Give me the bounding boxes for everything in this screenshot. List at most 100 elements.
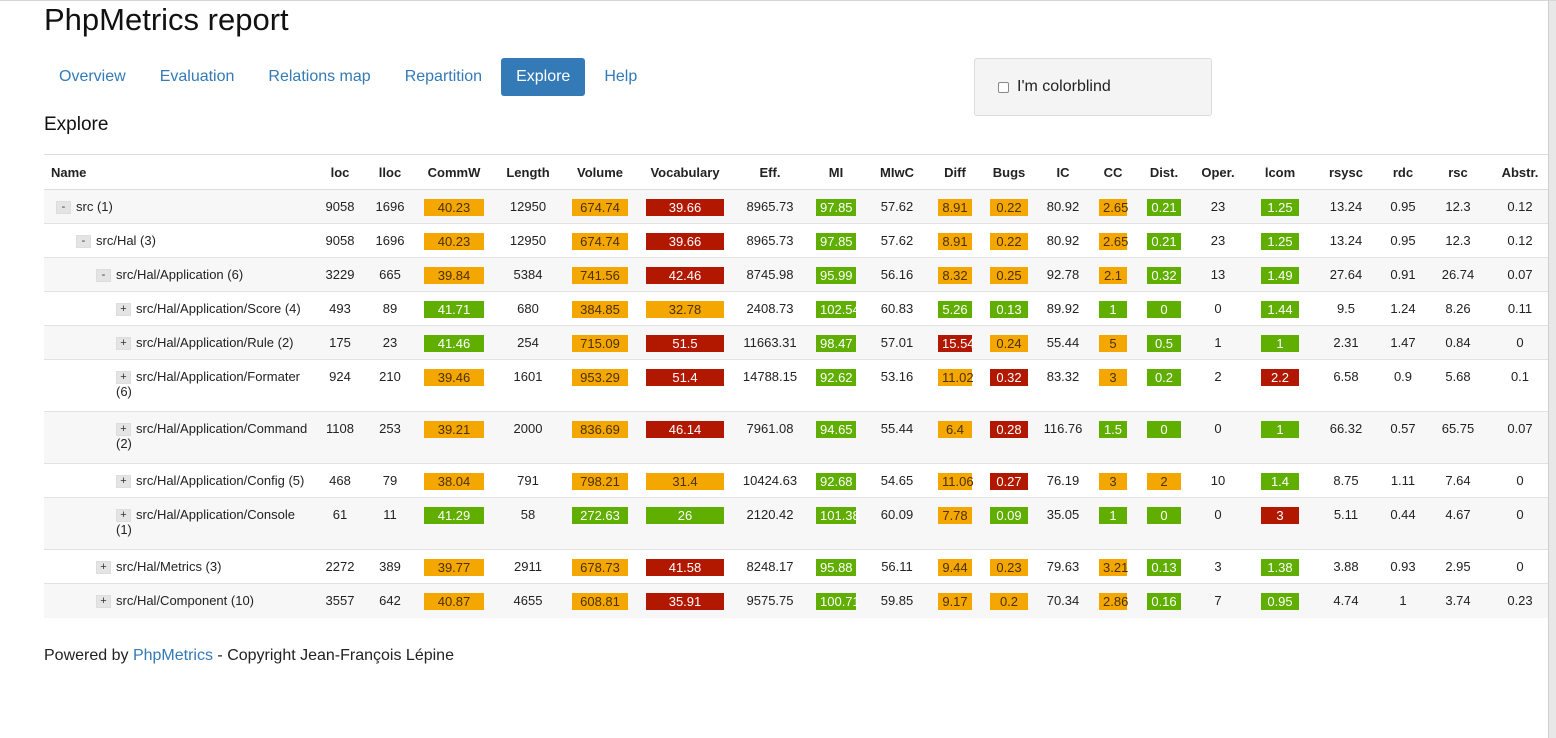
column-header[interactable]: Abstr.: [1487, 154, 1553, 190]
row-name: src/Hal/Application/Formater (6): [116, 369, 300, 400]
metric-badge: 39.84: [424, 267, 484, 284]
metric-badge: 92.62: [816, 369, 856, 386]
metric-cell: 35.05: [1037, 497, 1089, 550]
metric-cell: 0: [1191, 411, 1245, 464]
metric-cell: 3.74: [1429, 583, 1487, 618]
metric-badge: 9.17: [938, 593, 972, 610]
metric-badge: 38.04: [424, 473, 484, 490]
metric-cell: 23: [1191, 223, 1245, 258]
metric-cell: 175: [315, 325, 365, 360]
footer-link-phpmetrics[interactable]: PhpMetrics: [133, 647, 213, 664]
tab-relations-map[interactable]: Relations map: [253, 58, 385, 96]
metric-cell: 0.95: [1377, 223, 1429, 258]
metric-cell: 31.4: [637, 463, 733, 498]
metric-badge: 674.74: [572, 199, 628, 216]
metric-badge: 1: [1099, 301, 1127, 318]
tab-help[interactable]: Help: [589, 58, 652, 96]
metric-cell: 1: [1191, 325, 1245, 360]
table-row: + src/Hal/Application/Config (5) 468 79 38.0…: [44, 463, 1556, 498]
column-header[interactable]: lcom: [1245, 154, 1315, 190]
expand-icon[interactable]: +: [116, 475, 131, 489]
column-header[interactable]: Oper.: [1191, 154, 1245, 190]
metric-cell: 65.75: [1429, 411, 1487, 464]
metric-badge: 3: [1099, 473, 1127, 490]
metric-badge: 0.32: [990, 369, 1028, 386]
metric-badge: 97.85: [816, 199, 856, 216]
metric-badge: 0.28: [990, 421, 1028, 438]
metric-badge: 39.46: [424, 369, 484, 386]
column-header[interactable]: lloc: [365, 154, 415, 190]
metric-cell: 11.02: [929, 359, 981, 412]
expand-icon[interactable]: +: [116, 509, 131, 523]
metric-cell: 60.83: [865, 291, 929, 326]
expand-icon[interactable]: +: [96, 561, 111, 575]
row-name-cell: + src/Hal/Application/Command (2): [44, 411, 315, 464]
column-header[interactable]: rsysc: [1315, 154, 1377, 190]
expand-icon[interactable]: +: [116, 371, 131, 385]
expand-icon[interactable]: +: [116, 303, 131, 317]
expand-icon[interactable]: +: [116, 423, 131, 437]
metric-cell: 58: [493, 497, 563, 550]
column-header[interactable]: Bugs: [981, 154, 1037, 190]
colorblind-checkbox[interactable]: [998, 81, 1009, 93]
tab-repartition[interactable]: Repartition: [390, 58, 497, 96]
metric-cell: 92.62: [807, 359, 865, 412]
column-header[interactable]: MIwC: [865, 154, 929, 190]
metric-cell: 39.66: [637, 223, 733, 258]
collapse-icon[interactable]: -: [56, 201, 71, 215]
metric-badge: 42.46: [646, 267, 724, 284]
metric-cell: 0.28: [981, 411, 1037, 464]
vertical-scrollbar[interactable]: [1548, 1, 1556, 738]
metric-badge: 0.13: [1147, 559, 1181, 576]
column-header[interactable]: Volume: [563, 154, 637, 190]
metric-cell: 46.14: [637, 411, 733, 464]
metric-cell: 2.2: [1245, 359, 1315, 412]
metric-cell: 384.85: [563, 291, 637, 326]
tab-evaluation[interactable]: Evaluation: [145, 58, 250, 96]
metric-badge: 0.21: [1147, 199, 1181, 216]
column-header[interactable]: Vocabulary: [637, 154, 733, 190]
tab-overview[interactable]: Overview: [44, 58, 141, 96]
metric-badge: 9.44: [938, 559, 972, 576]
metric-badge: 8.32: [938, 267, 972, 284]
metric-cell: 2.31: [1315, 325, 1377, 360]
row-name: src/Hal/Application/Config (5): [136, 473, 305, 488]
column-header[interactable]: Length: [493, 154, 563, 190]
expand-icon[interactable]: +: [116, 337, 131, 351]
metric-badge: 953.29: [572, 369, 628, 386]
column-header[interactable]: CommW: [415, 154, 493, 190]
metric-cell: 0.22: [981, 223, 1037, 258]
metric-cell: 70.34: [1037, 583, 1089, 618]
metric-cell: 953.29: [563, 359, 637, 412]
tab-explore[interactable]: Explore: [501, 58, 586, 96]
column-header[interactable]: IC: [1037, 154, 1089, 190]
collapse-icon[interactable]: -: [76, 235, 91, 249]
column-header[interactable]: rsc: [1429, 154, 1487, 190]
metric-badge: 1.4: [1261, 473, 1299, 490]
row-name: src/Hal/Metrics (3): [116, 559, 222, 574]
column-header[interactable]: CC: [1089, 154, 1137, 190]
metric-cell: 12.3: [1429, 189, 1487, 224]
metric-cell: 1.25: [1245, 189, 1315, 224]
metric-badge: 0: [1147, 507, 1181, 524]
metric-cell: 0.5: [1137, 325, 1191, 360]
expand-icon[interactable]: +: [96, 595, 111, 609]
metric-badge: 102.54: [816, 301, 860, 318]
metric-cell: 2.1: [1089, 257, 1137, 292]
column-header[interactable]: MI: [807, 154, 865, 190]
metric-cell: 3.21: [1089, 549, 1137, 584]
column-header[interactable]: loc: [315, 154, 365, 190]
metric-cell: 23: [1191, 189, 1245, 224]
metric-cell: 12950: [493, 189, 563, 224]
collapse-icon[interactable]: -: [96, 269, 111, 283]
column-header[interactable]: rdc: [1377, 154, 1429, 190]
column-header[interactable]: Dist.: [1137, 154, 1191, 190]
column-header[interactable]: Name: [44, 154, 315, 190]
metric-badge: 94.65: [816, 421, 856, 438]
column-header[interactable]: Diff: [929, 154, 981, 190]
metric-cell: 10: [1191, 463, 1245, 498]
metric-cell: 0.32: [981, 359, 1037, 412]
metric-cell: 57.01: [865, 325, 929, 360]
colorblind-label[interactable]: I'm colorblind: [1017, 78, 1111, 96]
column-header[interactable]: Eff.: [733, 154, 807, 190]
